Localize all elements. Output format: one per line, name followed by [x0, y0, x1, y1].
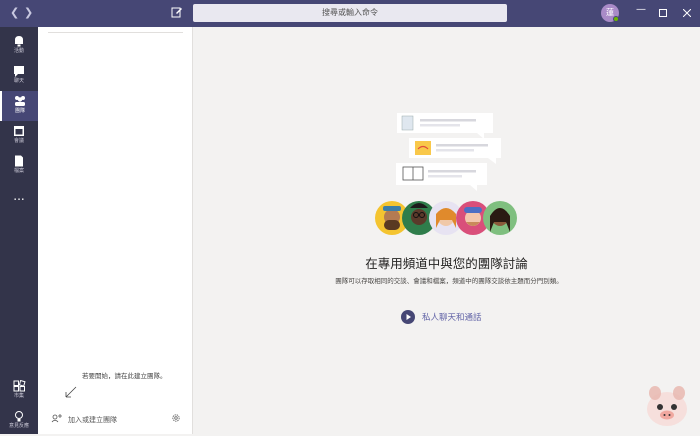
calendar-icon: [14, 126, 24, 136]
rail-item-files[interactable]: 檔案: [0, 151, 38, 181]
rail-label: 市集: [13, 393, 24, 399]
page-description: 團隊可以存取相同的交談、會議和檔案，頻道中的團隊交談依主題而分門別類。: [335, 277, 563, 285]
bell-icon: [15, 36, 23, 47]
title-bar: ❮ ❯ 搜尋或輸入命令 蓮 —: [0, 0, 700, 27]
search-input[interactable]: 搜尋或輸入命令: [193, 4, 507, 22]
close-icon[interactable]: [683, 9, 691, 17]
apps-icon: [13, 380, 26, 392]
compose-icon[interactable]: [171, 6, 183, 18]
back-arrow-icon[interactable]: ❮: [10, 6, 19, 19]
create-team-hint: 若要開始，請在此建立團隊。: [82, 372, 167, 380]
arrow-down-left-icon: [65, 386, 77, 398]
join-create-team-button[interactable]: 加入或建立團隊: [68, 415, 117, 425]
add-team-icon[interactable]: [51, 413, 63, 423]
maximize-icon[interactable]: [659, 9, 667, 17]
file-icon: [15, 155, 23, 167]
rail-item-meetings[interactable]: 會議: [0, 121, 38, 151]
presence-status-icon: [613, 16, 619, 22]
minimize-icon[interactable]: —: [636, 4, 646, 15]
rail-label: 聊天: [13, 78, 24, 84]
rail-item-chat[interactable]: 聊天: [0, 61, 38, 91]
divider: [48, 32, 183, 33]
rail-label: 會議: [13, 138, 24, 144]
rail-item-feedback[interactable]: 意見反應: [0, 406, 38, 436]
feedback-icon: [15, 411, 23, 422]
rail-item-apps[interactable]: 市集: [0, 376, 38, 406]
page-title: 在專用頻道中與您的團隊討論: [365, 256, 528, 271]
teams-illustration: [375, 113, 517, 235]
rail-item-teams[interactable]: 團隊: [0, 91, 38, 121]
rail-item-activity[interactable]: 活動: [0, 31, 38, 61]
rail-item-more[interactable]: ...: [0, 187, 38, 217]
play-icon: [401, 310, 415, 324]
rail-label: 活動: [13, 48, 24, 54]
people-avatars: [375, 201, 517, 235]
chat-icon: [14, 66, 24, 77]
gear-icon[interactable]: [171, 413, 181, 423]
app-rail: 活動 聊天 團隊 會議 檔案 ... 市集 意見反應: [0, 27, 38, 434]
rail-label: 團隊: [14, 108, 25, 114]
mascot-watermark-icon: [647, 386, 687, 426]
more-icon: ...: [13, 189, 25, 203]
rail-label: 檔案: [13, 168, 24, 174]
teams-icon: [15, 96, 25, 106]
forward-arrow-icon[interactable]: ❯: [24, 6, 33, 19]
rail-label: 意見反應: [8, 423, 29, 429]
private-chat-label: 私人聊天和通話: [422, 313, 482, 323]
